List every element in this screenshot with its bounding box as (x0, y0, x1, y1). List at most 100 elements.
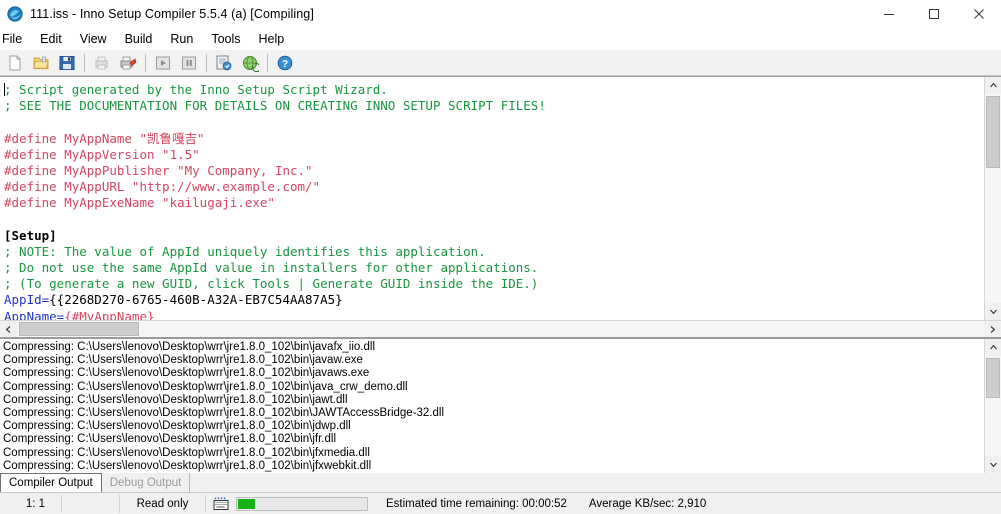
toolbar-separator (267, 53, 268, 72)
status-bar: 1: 1 Read only Estimated time remaining:… (0, 492, 1001, 514)
readonly-indicator: Read only (120, 494, 206, 513)
menu-bar: File Edit View Build Run Tools Help (0, 28, 1001, 50)
code-text: #define MyAppVersion "1.5" (4, 146, 200, 162)
code-text: ; NOTE: The value of AppId uniquely iden… (4, 243, 486, 259)
code-line: #define MyAppName "凯鲁嘎吉" (4, 131, 984, 147)
tab-compiler-output-label: Compiler Output (9, 477, 93, 489)
editor-hscroll-track[interactable] (17, 321, 984, 337)
code-text: #define MyAppExeName "kailugaji.exe" (4, 195, 275, 211)
tab-debug-output[interactable]: Debug Output (101, 473, 191, 492)
inno-setup-compiler-window: 111.iss - Inno Setup Compiler 5.5.4 (a) … (0, 0, 1001, 514)
code-text: #define MyAppName "凯鲁嘎吉" (4, 130, 205, 146)
compiler-output-log[interactable]: Compressing: C:\Users\lenovo\Desktop\wrr… (0, 339, 984, 473)
code-key: AppId= (4, 292, 50, 308)
menu-item-edit[interactable]: Edit (31, 29, 71, 50)
output-line: Compressing: C:\Users\lenovo\Desktop\wrr… (3, 446, 370, 459)
code-line: ; NOTE: The value of AppId uniquely iden… (4, 244, 984, 260)
output-vertical-scrollbar[interactable] (984, 339, 1001, 473)
output-line: Compressing: C:\Users\lenovo\Desktop\wrr… (3, 433, 337, 446)
compile-icon[interactable] (212, 51, 236, 74)
code-text: #define MyAppURL "http://www.example.com… (4, 179, 321, 195)
window-controls (866, 0, 1001, 28)
code-line: #define MyAppPublisher "My Company, Inc.… (4, 163, 984, 179)
scroll-right-arrow-icon[interactable] (984, 321, 1001, 337)
menu-item-view[interactable]: View (71, 29, 116, 50)
code-text: ; SEE THE DOCUMENTATION FOR DETAILS ON C… (4, 98, 546, 114)
toolbar: ? (0, 50, 1001, 76)
output-line: Compressing: C:\Users\lenovo\Desktop\wrr… (3, 367, 370, 380)
status-blank-cell (62, 494, 120, 513)
output-line: Compressing: C:\Users\lenovo\Desktop\wrr… (3, 420, 351, 433)
open-folder-icon[interactable] (29, 51, 53, 74)
output-line: Compressing: C:\Users\lenovo\Desktop\wrr… (3, 380, 408, 393)
output-line: Compressing: C:\Users\lenovo\Desktop\wrr… (3, 341, 376, 353)
output-vscroll-track[interactable] (985, 356, 1001, 456)
print-icon[interactable] (116, 51, 140, 74)
menu-item-tools[interactable]: Tools (202, 29, 249, 50)
new-file-icon[interactable] (3, 51, 27, 74)
code-key: AppName= (4, 308, 65, 320)
tab-compiler-output[interactable]: Compiler Output (0, 473, 102, 492)
compiler-output-pane: Compressing: C:\Users\lenovo\Desktop\wrr… (0, 337, 1001, 473)
save-floppy-icon[interactable] (55, 51, 79, 74)
menu-item-file[interactable]: File (0, 29, 31, 50)
editor-vertical-scrollbar[interactable] (984, 77, 1001, 320)
code-line (4, 114, 984, 130)
code-line: [Setup] (4, 228, 984, 244)
average-kb-per-sec: Average KB/sec: 2,910 (588, 497, 707, 510)
compile-progress-bar (236, 496, 368, 511)
output-line: Compressing: C:\Users\lenovo\Desktop\wrr… (3, 406, 445, 419)
scroll-left-arrow-icon[interactable] (0, 321, 17, 337)
globe-icon[interactable] (238, 51, 262, 74)
scroll-up-arrow-icon[interactable] (985, 77, 1001, 94)
maximize-button[interactable] (911, 0, 956, 28)
code-text: ; Script generated by the Inno Setup Scr… (4, 82, 388, 97)
estimated-time-remaining: Estimated time remaining: 00:00:52 (386, 497, 567, 510)
output-line: Compressing: C:\Users\lenovo\Desktop\wrr… (3, 393, 348, 406)
editor-vscroll-thumb[interactable] (986, 96, 1000, 168)
editor-vscroll-track[interactable] (985, 94, 1001, 303)
script-editor[interactable]: ; Script generated by the Inno Setup Scr… (0, 77, 984, 320)
scroll-down-arrow-icon[interactable] (985, 303, 1001, 320)
tab-debug-output-label: Debug Output (109, 476, 182, 489)
script-editor-pane: ; Script generated by the Inno Setup Scr… (0, 76, 1001, 337)
svg-text:?: ? (282, 59, 288, 70)
code-line (4, 212, 984, 228)
code-line: ; Script generated by the Inno Setup Scr… (4, 82, 984, 98)
minimize-button[interactable] (866, 0, 911, 28)
close-button[interactable] (956, 0, 1001, 28)
code-line: #define MyAppVersion "1.5" (4, 147, 984, 163)
code-value: {#MyAppName} (64, 308, 155, 320)
print-preview-icon[interactable] (90, 51, 114, 74)
pause-icon[interactable] (177, 51, 201, 74)
code-text: [Setup] (4, 227, 57, 243)
menu-item-help[interactable]: Help (250, 29, 294, 50)
code-line: #define MyAppURL "http://www.example.com… (4, 179, 984, 195)
output-line: Compressing: C:\Users\lenovo\Desktop\wrr… (3, 459, 372, 472)
toolbar-separator (84, 53, 85, 72)
toolbar-separator (145, 53, 146, 72)
help-question-icon[interactable]: ? (273, 51, 297, 74)
code-line: ; (To generate a new GUID, click Tools |… (4, 276, 984, 292)
output-scroll-down-arrow-icon[interactable] (985, 456, 1001, 473)
output-scroll-up-arrow-icon[interactable] (985, 339, 1001, 356)
keyboard-icon (206, 495, 236, 513)
editor-row: ; Script generated by the Inno Setup Scr… (0, 77, 1001, 320)
run-play-icon[interactable] (151, 51, 175, 74)
code-text: #define MyAppPublisher "My Company, Inc.… (4, 162, 313, 178)
toolbar-separator (206, 53, 207, 72)
code-text: ; (To generate a new GUID, click Tools |… (4, 276, 539, 292)
editor-horizontal-scrollbar[interactable] (0, 320, 1001, 337)
compile-progress-fill (238, 498, 255, 509)
code-line: ; SEE THE DOCUMENTATION FOR DETAILS ON C… (4, 98, 984, 114)
output-row: Compressing: C:\Users\lenovo\Desktop\wrr… (0, 339, 1001, 473)
caret-position: 1: 1 (0, 494, 62, 513)
code-line: #define MyAppExeName "kailugaji.exe" (4, 195, 984, 211)
output-vscroll-thumb[interactable] (986, 358, 1000, 398)
menu-item-build[interactable]: Build (116, 29, 162, 50)
menu-item-run[interactable]: Run (161, 29, 202, 50)
editor-hscroll-thumb[interactable] (19, 322, 139, 336)
output-tabs: Compiler Output Debug Output (0, 473, 1001, 492)
